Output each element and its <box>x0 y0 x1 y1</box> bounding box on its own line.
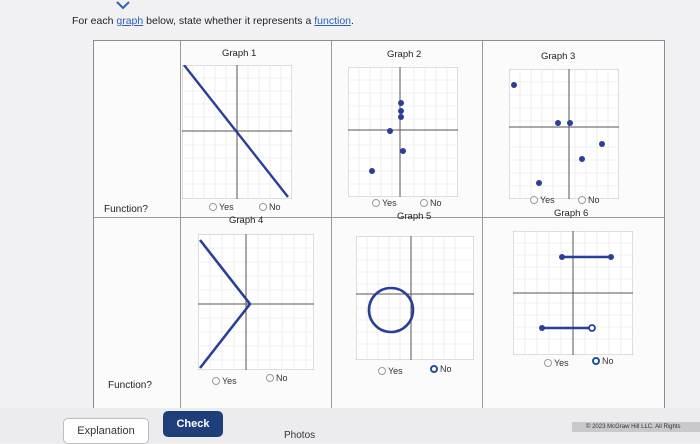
radio-button-selected[interactable] <box>592 357 600 365</box>
yes-label: Yes <box>219 202 234 212</box>
graph-1-plot <box>182 65 292 199</box>
graph-4-plot <box>198 234 314 370</box>
radio-button[interactable] <box>372 199 380 207</box>
closed-endpoint <box>608 254 614 260</box>
copyright-notice: © 2023 McGraw Hill LLC. All Rights <box>572 422 700 432</box>
divider <box>331 41 332 409</box>
radio-button[interactable] <box>420 199 428 207</box>
radio-button[interactable] <box>378 367 386 375</box>
radio-button[interactable] <box>530 196 538 204</box>
graph-5-no-option[interactable]: No <box>430 364 452 374</box>
no-label: No <box>588 195 600 205</box>
graph-2-yes-option[interactable]: Yes <box>372 198 397 208</box>
graph-3-title: Graph 3 <box>541 51 576 62</box>
graph-5-title: Graph 5 <box>397 211 432 222</box>
graph-4-title: Graph 4 <box>229 215 264 226</box>
open-endpoint <box>588 324 596 332</box>
no-label: No <box>430 198 442 208</box>
no-label: No <box>276 373 288 383</box>
radio-button[interactable] <box>266 374 274 382</box>
row-label-function: Function? <box>104 204 148 215</box>
no-label: No <box>269 202 281 212</box>
yes-label: Yes <box>540 195 555 205</box>
photos-watermark: Photos <box>284 430 316 441</box>
graph-2-no-option[interactable]: No <box>420 198 442 208</box>
graph-1-yes-option[interactable]: Yes <box>209 202 234 212</box>
radio-button[interactable] <box>578 196 586 204</box>
graph-6-yes-option[interactable]: Yes <box>544 358 569 368</box>
divider <box>482 41 483 409</box>
radio-button[interactable] <box>209 203 217 211</box>
graph-6-no-option[interactable]: No <box>592 356 614 366</box>
no-label: No <box>440 364 452 374</box>
graph-6-title: Graph 6 <box>554 208 589 219</box>
radio-button[interactable] <box>259 203 267 211</box>
explanation-button[interactable]: Explanation <box>63 418 149 444</box>
radio-button-selected[interactable] <box>430 365 438 373</box>
graph-2-title: Graph 2 <box>387 49 422 60</box>
graph-1-title: Graph 1 <box>222 48 257 59</box>
graph-1-no-option[interactable]: No <box>259 202 281 212</box>
graph-4-yes-option[interactable]: Yes <box>212 376 237 386</box>
radio-button[interactable] <box>544 359 552 367</box>
graph-2-plot <box>348 67 458 197</box>
prompt-text: . <box>351 15 354 27</box>
chevron-down-icon[interactable] <box>112 0 134 14</box>
graph-3-no-option[interactable]: No <box>578 195 600 205</box>
check-button[interactable]: Check <box>163 411 223 437</box>
yes-label: Yes <box>388 366 403 376</box>
graph-link[interactable]: graph <box>116 15 143 27</box>
graph-5-yes-option[interactable]: Yes <box>378 366 403 376</box>
prompt-text: For each <box>72 15 117 27</box>
divider <box>180 41 181 409</box>
graph-3-yes-option[interactable]: Yes <box>530 195 555 205</box>
closed-endpoint <box>539 325 545 331</box>
graph-3-plot <box>509 69 619 199</box>
graph-4-no-option[interactable]: No <box>266 373 288 383</box>
yes-label: Yes <box>382 198 397 208</box>
graph-table: Function? Function? Graph 1 Graph 2 Grap… <box>93 40 665 410</box>
graph-6-plot <box>513 231 633 355</box>
prompt-text: below, state whether it represents a <box>143 15 315 27</box>
function-link[interactable]: function <box>314 15 351 27</box>
no-label: No <box>602 356 614 366</box>
closed-endpoint <box>559 254 565 260</box>
row-label-function: Function? <box>108 380 152 391</box>
yes-label: Yes <box>554 358 569 368</box>
graph-5-plot <box>356 236 474 360</box>
radio-button[interactable] <box>212 377 220 385</box>
question-prompt: For each graph below, state whether it r… <box>72 15 354 27</box>
yes-label: Yes <box>222 376 237 386</box>
